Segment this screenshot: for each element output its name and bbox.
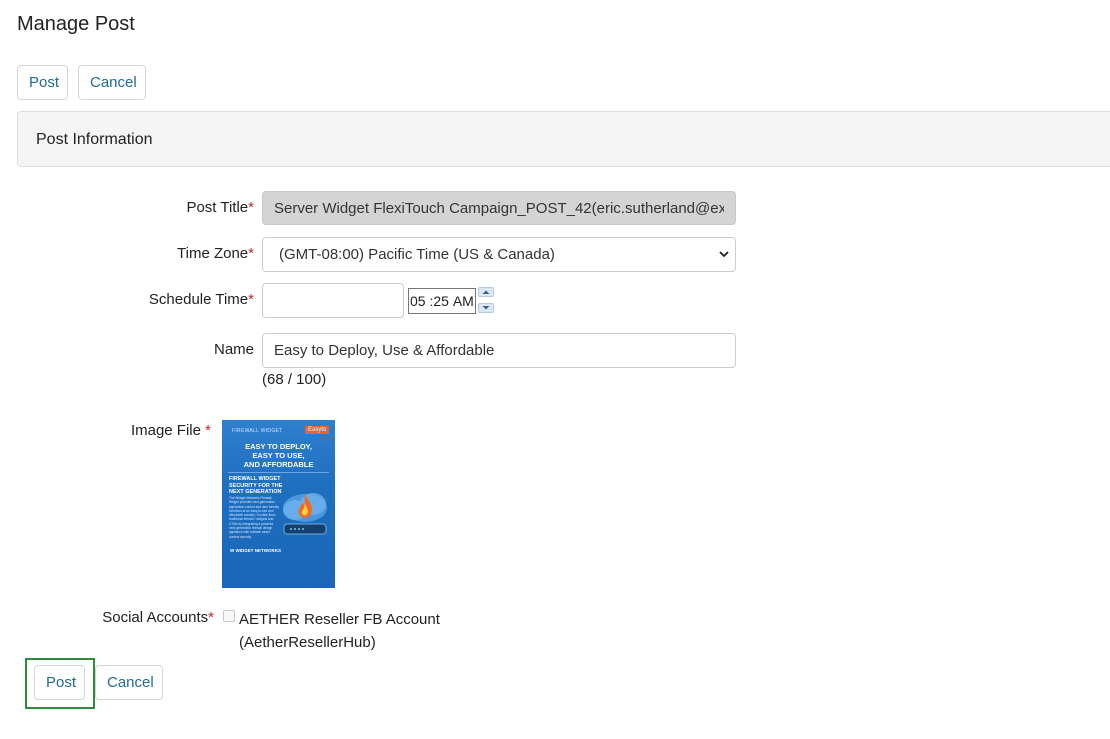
required-mark: * (248, 199, 254, 216)
preview-divider (228, 472, 329, 473)
top-post-button[interactable]: Post (17, 65, 68, 100)
image-file-label-text: Image File (130, 422, 201, 439)
preview-headline-2: EASY TO USE, (252, 451, 305, 460)
preview-sub-1: FIREWALL WIDGET (229, 476, 281, 482)
post-title-input[interactable] (262, 191, 736, 225)
schedule-time-label-text: Schedule Time (148, 291, 249, 308)
preview-sub-3: NEXT GENERATION (229, 489, 282, 495)
time-decrement-button[interactable] (478, 303, 494, 313)
schedule-date-input[interactable] (262, 283, 404, 318)
time-zone-label-text: Time Zone (177, 245, 249, 262)
bottom-post-button[interactable]: Post (34, 665, 85, 700)
name-label-text: Name (213, 341, 254, 358)
preview-brand: FIREWALL WIDGET (232, 428, 283, 434)
time-ampm[interactable]: AM (453, 293, 474, 309)
page-title: Manage Post (17, 13, 135, 35)
time-zone-select[interactable]: (GMT-08:00) Pacific Time (US & Canada) (262, 237, 736, 272)
social-account-label[interactable]: AETHER Reseller FB Account (AetherResell… (239, 608, 440, 654)
post-title-label-text: Post Title (186, 199, 249, 216)
chevron-down-icon (482, 306, 490, 310)
image-file-preview[interactable]: FIREWALL WIDGET Easyto EASY TO DEPLOY, E… (222, 420, 335, 588)
name-character-counter: (68 / 100) (262, 371, 327, 388)
social-account-checkbox[interactable] (223, 610, 235, 622)
image-file-label: Image File * (131, 422, 211, 439)
preview-badge: Easyto (305, 426, 330, 434)
required-mark: * (205, 422, 211, 439)
chevron-down-icon (719, 251, 729, 258)
time-increment-button[interactable] (478, 287, 494, 297)
name-label: Name (214, 341, 254, 358)
preview-body: The Widget Networks Firewall Widget prov… (229, 496, 279, 539)
required-mark: * (208, 609, 214, 626)
top-cancel-button[interactable]: Cancel (78, 65, 146, 100)
schedule-time-label: Schedule Time* (149, 291, 254, 308)
social-account-name: AETHER Reseller FB Account (239, 611, 440, 628)
preview-headline-1: EASY TO DEPLOY, (245, 442, 312, 451)
time-hour[interactable]: 05 (410, 293, 426, 309)
schedule-time-input[interactable]: 05 :25 AM (408, 288, 476, 314)
social-accounts-label-text: Social Accounts (102, 609, 209, 626)
bottom-cancel-button[interactable]: Cancel (95, 665, 163, 700)
social-accounts-label: Social Accounts* (102, 609, 214, 626)
post-title-label: Post Title* (186, 199, 254, 216)
time-minute[interactable]: 25 (433, 293, 449, 309)
time-zone-selected: (GMT-08:00) Pacific Time (US & Canada) (279, 246, 555, 263)
panel-title: Post Information (36, 131, 153, 148)
manage-post-page: Manage Post Post Cancel Post Information… (0, 0, 1110, 739)
cloud-firewall-icon (283, 493, 327, 535)
name-input[interactable] (262, 333, 736, 368)
social-account-handle: (AetherResellerHub) (239, 634, 376, 651)
required-mark: * (248, 291, 254, 308)
post-information-panel: Post Information (17, 111, 1110, 167)
time-zone-label: Time Zone* (177, 245, 254, 262)
required-mark: * (248, 245, 254, 262)
preview-headline-3: AND AFFORDABLE (243, 460, 314, 469)
preview-subheading: FIREWALL WIDGET SECURITY FOR THE NEXT GE… (229, 476, 282, 496)
preview-footer: W WIDGET NETWORKS (230, 548, 281, 553)
chevron-up-icon (482, 290, 490, 294)
preview-headline: EASY TO DEPLOY, EASY TO USE, AND AFFORDA… (222, 442, 335, 469)
